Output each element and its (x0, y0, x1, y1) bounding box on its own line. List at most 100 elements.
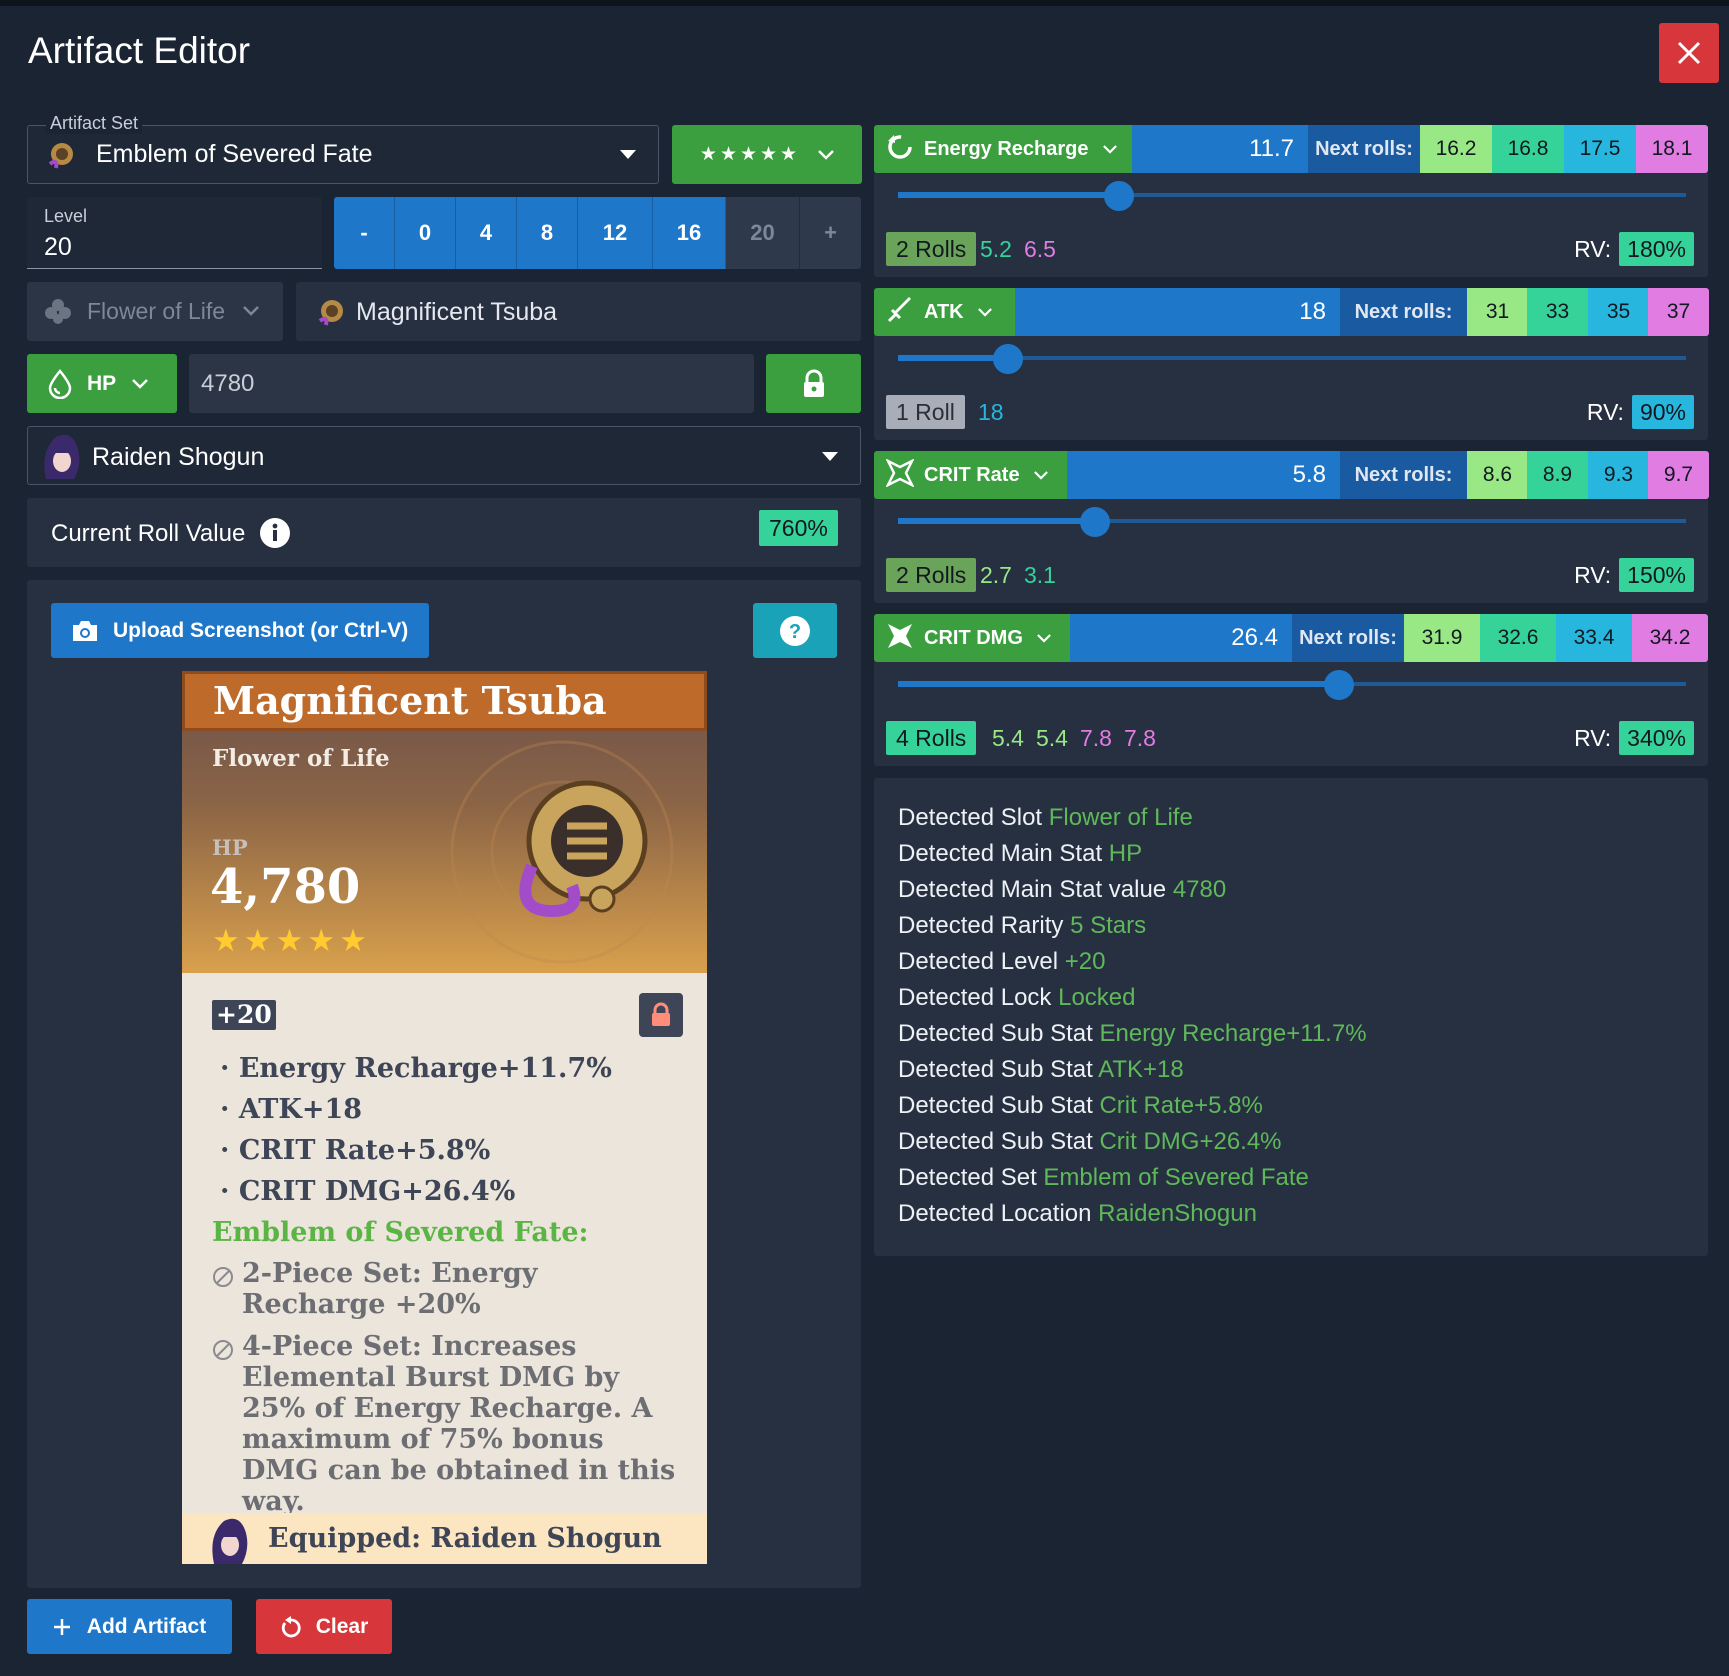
next-roll-button[interactable]: 35 (1588, 288, 1649, 336)
level-8-button[interactable]: 8 (517, 197, 578, 269)
rolls-count-badge: 2 Rolls (886, 232, 977, 266)
detected-row: Detected Sub Stat Energy Recharge+11.7% (898, 1016, 1367, 1052)
next-rolls-label: Next rolls: (1340, 451, 1467, 499)
detected-label: Detected Sub Stat (898, 1092, 1093, 1119)
card-slot: Flower of Life (212, 745, 390, 772)
card-substat: · Energy Recharge+11.7% (220, 1053, 612, 1084)
help-button[interactable]: ? (753, 603, 837, 658)
crit-rate-icon (885, 457, 915, 492)
next-roll-button[interactable]: 9.3 (1588, 451, 1649, 499)
next-roll-button[interactable]: 8.6 (1467, 451, 1528, 499)
level-12-button[interactable]: 12 (578, 197, 653, 269)
substat-value-input[interactable]: 5.8 (1067, 451, 1340, 499)
level-16-button[interactable]: 16 (653, 197, 726, 269)
raiden-avatar (44, 434, 80, 479)
detected-row: Detected Level +20 (898, 944, 1367, 980)
artifact-set-label: Artifact Set (46, 113, 143, 134)
character-select[interactable]: Raiden Shogun (27, 426, 861, 485)
substat-panel: ATK 18 Next rolls: 31 33 35 37 1 Roll 18 RV:… (874, 288, 1709, 440)
next-roll-button[interactable]: 16.8 (1492, 125, 1564, 173)
question-icon: ? (780, 615, 810, 646)
detected-row: Detected Set Emblem of Severed Fate (898, 1160, 1367, 1196)
roll-value: 3.1 (1023, 561, 1056, 588)
roll-values: 2.7 3.1 (980, 558, 1056, 592)
artifact-set-select[interactable]: Artifact Set Emblem of Severed Fate (27, 113, 659, 184)
substat-value: 26.4 (1231, 624, 1278, 651)
substat-value: 5.8 (1292, 461, 1326, 488)
clear-button[interactable]: Clear (256, 1599, 392, 1654)
detected-value: Locked (1058, 984, 1136, 1011)
detected-value: Crit DMG+26.4% (1099, 1128, 1282, 1155)
roll-value: 6.5 (1023, 235, 1056, 262)
add-artifact-button[interactable]: Add Artifact (27, 1599, 232, 1654)
roll-slider-thumb[interactable] (1080, 507, 1110, 537)
substat-value-input[interactable]: 11.7 (1132, 125, 1308, 173)
chevron-down-icon (1033, 470, 1048, 480)
detected-row: Detected Sub Stat ATK+18 (898, 1052, 1367, 1088)
next-roll-button[interactable]: 17.5 (1564, 125, 1636, 173)
main-stat-key: HP (87, 371, 117, 395)
next-roll-button[interactable]: 37 (1648, 288, 1709, 336)
main-stat-value-input[interactable]: 4780 (189, 354, 754, 413)
level-field[interactable]: Level 20 (27, 197, 322, 269)
set-bonus-inactive-icon (213, 1340, 233, 1360)
detected-label: Detected Sub Stat (898, 1056, 1093, 1083)
next-roll-button[interactable]: 33.4 (1556, 614, 1632, 662)
plus-icon (53, 1618, 70, 1635)
roll-slider-thumb[interactable] (1324, 670, 1354, 700)
main-stat-select[interactable]: HP (27, 354, 177, 413)
rarity-stars: ★★★★★ (699, 144, 801, 165)
card-name: Magnificent Tsuba (182, 671, 707, 731)
substat-name: CRIT Rate (924, 463, 1020, 486)
detected-label: Detected Lock (898, 984, 1052, 1011)
roll-slider-thumb[interactable] (993, 344, 1023, 374)
next-roll-button[interactable]: 31 (1467, 288, 1528, 336)
rolls-count-badge: 2 Rolls (886, 558, 977, 592)
card-level-badge: +20 (212, 1000, 276, 1030)
detected-label: Detected Level (898, 948, 1059, 975)
roll-value-panel: Current Roll Value 760% (27, 498, 861, 567)
level-0-button[interactable]: 0 (395, 197, 456, 269)
rolls-count-badge: 1 Roll (886, 395, 965, 429)
roll-slider-fill (898, 192, 1119, 198)
substat-value-input[interactable]: 18 (1015, 288, 1340, 336)
window-top-edge (0, 0, 1729, 6)
chevron-down-icon (243, 306, 259, 316)
substat-select[interactable]: CRIT Rate (874, 451, 1067, 499)
lock-icon (803, 369, 824, 397)
close-button[interactable] (1659, 23, 1719, 83)
next-roll-button[interactable]: 16.2 (1420, 125, 1492, 173)
next-roll-button[interactable]: 31.9 (1404, 614, 1480, 662)
detected-value: Energy Recharge+11.7% (1099, 1020, 1367, 1047)
detected-list: Detected Slot Flower of Life Detected Mai… (898, 800, 1367, 1232)
card-main-value: 4,780 (210, 859, 361, 915)
substat-value-input[interactable]: 26.4 (1070, 614, 1292, 662)
next-roll-button[interactable]: 18.1 (1636, 125, 1708, 173)
substat-select[interactable]: ATK (874, 288, 1015, 336)
roll-value-summary: RV: 150% (1574, 558, 1694, 592)
upload-screenshot-button[interactable]: Upload Screenshot (or Ctrl-V) (51, 603, 429, 658)
next-rolls-label: Next rolls: (1340, 288, 1467, 336)
roll-slider-thumb[interactable] (1104, 181, 1134, 211)
next-roll-button[interactable]: 9.7 (1648, 451, 1709, 499)
detected-panel: Detected Slot Flower of Life Detected Mai… (874, 778, 1708, 1256)
next-roll-button[interactable]: 8.9 (1527, 451, 1588, 499)
level-20-button[interactable]: 20 (726, 197, 800, 269)
level-decrement-button[interactable]: - (334, 197, 395, 269)
substat-name: CRIT DMG (924, 626, 1023, 649)
next-roll-button[interactable]: 33 (1527, 288, 1588, 336)
level-4-button[interactable]: 4 (456, 197, 517, 269)
caret-down-icon (620, 150, 636, 159)
level-increment-button[interactable]: + (800, 197, 861, 269)
card-equipped-text: Equipped: Raiden Shogun (268, 1523, 662, 1554)
next-roll-button[interactable]: 32.6 (1480, 614, 1556, 662)
roll-slider-fill (898, 355, 1008, 361)
lock-toggle-button[interactable] (766, 354, 861, 413)
info-icon[interactable] (259, 517, 291, 549)
slot-select[interactable]: Flower of Life (27, 282, 283, 341)
next-roll-button[interactable]: 34.2 (1632, 614, 1708, 662)
substat-select[interactable]: Energy Recharge (874, 125, 1132, 173)
rv-label: RV: (1574, 561, 1612, 588)
substat-select[interactable]: CRIT DMG (874, 614, 1070, 662)
rarity-select[interactable]: ★★★★★ (672, 125, 862, 184)
